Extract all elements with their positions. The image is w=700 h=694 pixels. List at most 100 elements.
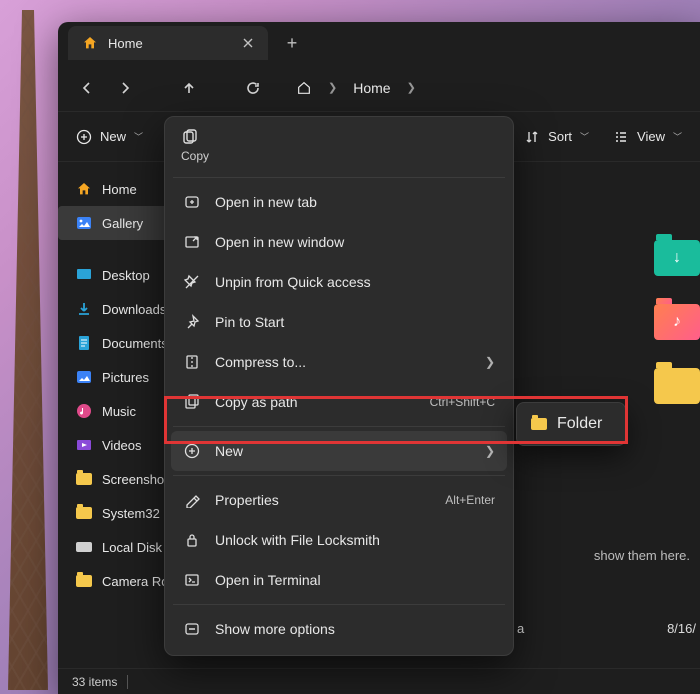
menu-label: Copy as path — [215, 394, 298, 410]
new-window-icon — [183, 233, 201, 251]
home-icon — [82, 35, 98, 51]
menu-compress[interactable]: Compress to... ❯ — [171, 342, 507, 382]
folder-thumbnails: ↓ ♪ — [654, 240, 700, 404]
sidebar-item-label: Videos — [102, 438, 142, 453]
folder-icon — [76, 471, 92, 487]
menu-label: Unlock with File Locksmith — [215, 532, 380, 548]
menu-show-more-options[interactable]: Show more options — [171, 609, 507, 649]
menu-label: Open in new tab — [215, 194, 317, 210]
tab-title: Home — [108, 36, 143, 51]
sidebar-item-label: System32 — [102, 506, 160, 521]
menu-label: Unpin from Quick access — [215, 274, 371, 290]
compress-icon — [183, 353, 201, 371]
menu-new[interactable]: New ❯ — [171, 431, 507, 471]
view-label: View — [637, 129, 665, 144]
home-icon — [76, 181, 92, 197]
chevron-down-icon: ﹀ — [134, 130, 143, 143]
sidebar-item-label: Local Disk — [102, 540, 162, 555]
copy-label: Copy — [181, 149, 209, 163]
sidebar-item-label: Desktop — [102, 268, 150, 283]
row-date: 8/16/ — [667, 621, 696, 636]
desktop-icon — [76, 267, 92, 283]
refresh-button[interactable] — [244, 79, 262, 97]
more-options-icon — [183, 620, 201, 638]
address-bar[interactable]: ❯ Home ❯ — [296, 80, 416, 96]
copy-path-icon — [183, 393, 201, 411]
unpin-icon — [183, 273, 201, 291]
videos-icon — [76, 437, 92, 453]
pin-icon — [183, 313, 201, 331]
menu-properties[interactable]: Properties Alt+Enter — [171, 480, 507, 520]
folder-generic[interactable] — [654, 368, 700, 404]
menu-pin-to-start[interactable]: Pin to Start — [171, 302, 507, 342]
menu-shortcut: Alt+Enter — [445, 493, 495, 507]
drive-icon — [76, 539, 92, 555]
folder-downloads[interactable]: ↓ — [654, 240, 700, 276]
back-button[interactable] — [78, 79, 96, 97]
item-count: 33 items — [72, 675, 117, 689]
downloads-icon — [76, 301, 92, 317]
menu-open-new-window[interactable]: Open in new window — [171, 222, 507, 262]
up-button[interactable] — [180, 79, 198, 97]
breadcrumb-current[interactable]: Home — [353, 80, 390, 96]
view-button[interactable]: View ﹀ — [613, 129, 682, 145]
context-menu: Copy Open in new tab Open in new window … — [164, 116, 514, 656]
row-name: a — [517, 621, 524, 636]
sidebar-item-label: Gallery — [102, 216, 143, 231]
menu-unpin-quick-access[interactable]: Unpin from Quick access — [171, 262, 507, 302]
plus-circle-icon — [76, 129, 92, 145]
menu-label: Open in Terminal — [215, 572, 321, 588]
new-label: New — [100, 129, 126, 144]
menu-unlock-locksmith[interactable]: Unlock with File Locksmith — [171, 520, 507, 560]
tab-strip: Home + — [58, 22, 700, 64]
documents-icon — [76, 335, 92, 351]
chevron-right-icon: ❯ — [328, 81, 337, 94]
list-row[interactable]: a 8/16/ — [483, 620, 700, 636]
menu-open-terminal[interactable]: Open in Terminal — [171, 560, 507, 600]
sidebar-item-label: Documents — [102, 336, 168, 351]
tab-home[interactable]: Home — [68, 26, 268, 60]
sidebar-item-label: Home — [102, 182, 137, 197]
sidebar-item-label: Music — [102, 404, 136, 419]
navigation-bar: ❯ Home ❯ — [58, 64, 700, 112]
copy-icon[interactable] — [181, 129, 199, 147]
view-icon — [613, 129, 629, 145]
terminal-icon — [183, 571, 201, 589]
folder-icon — [76, 573, 92, 589]
status-separator — [127, 675, 128, 689]
close-icon[interactable] — [242, 37, 254, 49]
forward-button[interactable] — [116, 79, 134, 97]
sidebar-item-label: Downloads — [102, 302, 166, 317]
chevron-down-icon: ﹀ — [673, 130, 682, 143]
menu-label: New — [215, 443, 243, 459]
properties-icon — [183, 491, 201, 509]
menu-label: Show more options — [215, 621, 335, 637]
sort-button[interactable]: Sort ﹀ — [524, 129, 589, 145]
submenu-label: Folder — [557, 415, 602, 433]
chevron-right-icon: ❯ — [485, 355, 495, 369]
new-tab-icon — [183, 193, 201, 211]
sort-icon — [524, 129, 540, 145]
new-tab-button[interactable]: + — [276, 33, 308, 54]
menu-shortcut: Ctrl+Shift+C — [430, 395, 495, 409]
desktop-wallpaper-eiffel — [8, 10, 48, 690]
new-button[interactable]: New ﹀ — [76, 129, 143, 145]
plus-circle-icon — [183, 442, 201, 460]
folder-icon — [76, 505, 92, 521]
music-icon — [76, 403, 92, 419]
lock-icon — [183, 531, 201, 549]
menu-label: Pin to Start — [215, 314, 284, 330]
submenu-folder[interactable]: Folder — [521, 407, 621, 441]
menu-label: Open in new window — [215, 234, 344, 250]
music-note-icon: ♪ — [654, 304, 700, 340]
folder-music[interactable]: ♪ — [654, 304, 700, 340]
sidebar-item-label: Pictures — [102, 370, 149, 385]
folder-icon — [531, 416, 547, 432]
menu-label: Properties — [215, 492, 279, 508]
pictures-icon — [76, 369, 92, 385]
menu-copy-as-path[interactable]: Copy as path Ctrl+Shift+C — [171, 382, 507, 422]
empty-hint-text: show them here. — [594, 548, 690, 563]
menu-open-new-tab[interactable]: Open in new tab — [171, 182, 507, 222]
download-arrow-icon: ↓ — [654, 240, 700, 276]
chevron-right-icon[interactable]: ❯ — [407, 81, 416, 94]
